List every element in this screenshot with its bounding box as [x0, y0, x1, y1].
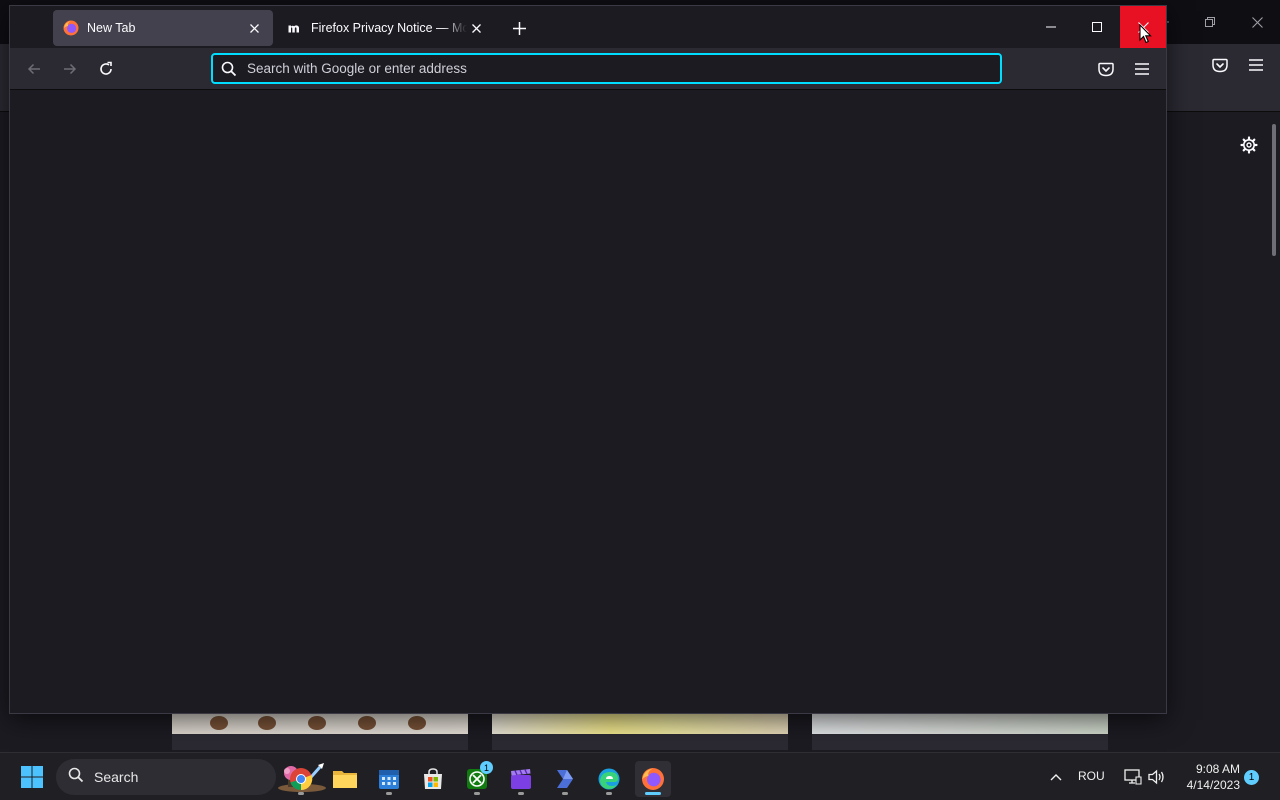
maximize-icon[interactable]: [1074, 6, 1120, 48]
clock-time: 9:08 AM: [1195, 762, 1240, 776]
back-arrow-icon[interactable]: [20, 55, 48, 83]
firefox-icon: [63, 20, 79, 36]
clapperboard-icon: [511, 769, 531, 789]
story-card-1[interactable]: [172, 734, 468, 750]
taskbar-clipchamp[interactable]: [503, 761, 539, 797]
page-content-area: [10, 90, 1166, 713]
taskbar-search-label: Search: [94, 769, 139, 785]
story-card-3[interactable]: [812, 734, 1108, 750]
gear-icon[interactable]: [1236, 132, 1262, 158]
edge-icon: [598, 768, 620, 790]
tab-label: Firefox Privacy Notice — Mozilla: [311, 21, 467, 35]
power-automate-icon: [557, 770, 573, 788]
firefox-window: New Tab Firefox Privacy Notice — Mozilla: [9, 5, 1167, 714]
tab-label: New Tab: [87, 21, 136, 35]
minimize-icon[interactable]: [1028, 6, 1074, 48]
mozilla-m-icon: [287, 20, 303, 36]
taskbar-firefox[interactable]: [635, 761, 671, 797]
windows-start-icon[interactable]: [16, 761, 48, 793]
firefox-icon: [642, 768, 664, 790]
story-thumbnail-3[interactable]: [812, 712, 1108, 734]
taskbar-calendar[interactable]: [371, 761, 407, 797]
taskbar-edge[interactable]: [591, 761, 627, 797]
xbox-badge: 1: [480, 761, 493, 774]
running-indicator: [474, 792, 480, 795]
reload-icon[interactable]: [92, 55, 120, 83]
search-icon: [221, 61, 237, 77]
running-indicator: [518, 792, 524, 795]
story-card-2[interactable]: [492, 734, 788, 750]
close-tab-icon[interactable]: [245, 19, 263, 37]
forward-arrow-icon[interactable]: [56, 55, 84, 83]
search-icon: [68, 767, 84, 788]
chevron-up-icon[interactable]: [1046, 769, 1066, 785]
plus-icon[interactable]: [507, 16, 531, 40]
running-indicator: [298, 792, 304, 795]
story-thumbnail-1[interactable]: [172, 712, 468, 734]
taskbar-chrome[interactable]: [283, 761, 319, 797]
folder-icon: [333, 771, 357, 788]
taskbar-search-box[interactable]: Search: [56, 759, 326, 795]
pocket-icon[interactable]: [1093, 57, 1119, 81]
store-icon: [424, 768, 442, 789]
notification-badge[interactable]: 1: [1244, 770, 1259, 785]
hamburger-menu-icon[interactable]: [1129, 57, 1155, 81]
running-indicator: [386, 792, 392, 795]
input-language[interactable]: ROU: [1078, 769, 1105, 783]
taskbar-xbox[interactable]: 1: [459, 761, 495, 797]
url-bar[interactable]: [211, 53, 1002, 84]
system-clock[interactable]: 9:08 AM 4/14/2023: [1178, 761, 1240, 793]
background-scrollbar[interactable]: [1272, 124, 1276, 256]
clock-date: 4/14/2023: [1186, 778, 1240, 792]
address-input[interactable]: [247, 61, 1000, 76]
story-thumbnail-2[interactable]: [492, 712, 788, 734]
volume-icon[interactable]: [1147, 768, 1167, 786]
windows-taskbar: Search 1 ROU 9:08 AM 4/14/2023 1: [0, 752, 1280, 800]
chrome-icon: [290, 768, 313, 791]
taskbar-power-automate[interactable]: [547, 761, 583, 797]
tab-new-tab[interactable]: New Tab: [53, 10, 273, 46]
background-close-icon[interactable]: [1234, 8, 1280, 36]
running-indicator: [562, 792, 568, 795]
taskbar-file-explorer[interactable]: [327, 761, 363, 797]
running-indicator: [606, 792, 612, 795]
network-icon[interactable]: [1123, 768, 1143, 786]
calendar-icon: [379, 770, 399, 789]
tab-firefox-privacy-notice[interactable]: Firefox Privacy Notice — Mozilla: [277, 10, 495, 46]
background-restore-icon[interactable]: [1187, 8, 1233, 36]
navigation-toolbar: [10, 48, 1166, 90]
tab-strip: New Tab Firefox Privacy Notice — Mozilla: [10, 6, 1166, 48]
background-pocket-icon[interactable]: [1208, 54, 1232, 76]
active-indicator: [645, 792, 661, 795]
mouse-cursor-icon: [1139, 23, 1153, 44]
background-hamburger-menu-icon[interactable]: [1244, 54, 1268, 76]
close-tab-icon[interactable]: [467, 19, 485, 37]
taskbar-microsoft-store[interactable]: [415, 761, 451, 797]
